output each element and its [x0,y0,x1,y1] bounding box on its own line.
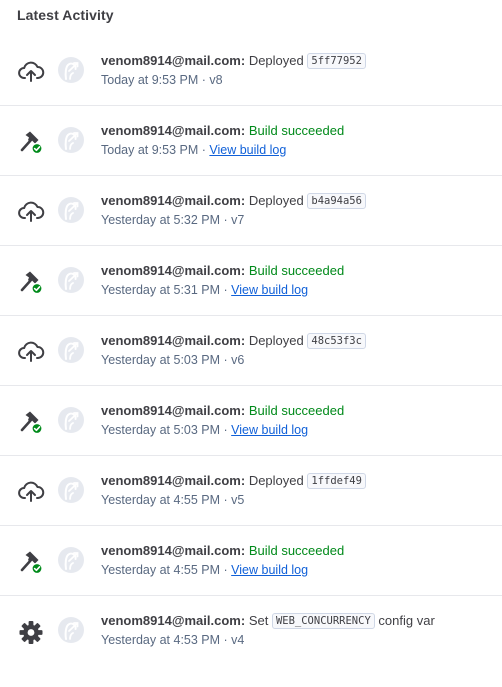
activity-meta: Today at 9:53 PM · View build log [101,141,286,159]
activity-time: Today at 9:53 PM [101,143,199,157]
cloud-upload-icon [17,338,45,366]
activity-item: venom8914@mail.com: Deployed 5ff77952 To… [0,36,502,106]
view-build-log-link[interactable]: View build log [209,143,286,157]
activity-summary: venom8914@mail.com: Set WEB_CONCURRENCY … [101,612,435,630]
commit-hash: 1ffdef49 [307,473,366,489]
activity-summary: venom8914@mail.com: Build succeeded [101,542,344,560]
avatar [58,337,84,363]
activity-time: Yesterday at 4:53 PM [101,633,221,647]
activity-meta: Yesterday at 5:31 PM · View build log [101,281,308,299]
meta-separator: · [220,633,232,647]
activity-time: Yesterday at 4:55 PM [101,563,221,577]
build-status: Build succeeded [248,403,345,418]
activity-item: venom8914@mail.com: Build succeeded Yest… [0,246,502,316]
hammer-check-icon [17,268,45,296]
activity-user: venom8914@mail.com: [101,613,246,628]
release-version: v4 [231,633,245,647]
commit-hash: 5ff77952 [307,53,366,69]
release-version: v8 [209,73,223,87]
meta-separator: · [220,353,232,367]
activity-meta: Yesterday at 5:03 PM · View build log [101,421,308,439]
activity-meta: Yesterday at 5:32 PM · v7 [101,211,244,229]
activity-user: venom8914@mail.com: [101,123,246,138]
meta-separator: · [220,213,232,227]
activity-meta: Today at 9:53 PM · v8 [101,71,223,89]
activity-user: venom8914@mail.com: [101,403,246,418]
activity-summary: venom8914@mail.com: Build succeeded [101,402,344,420]
activity-summary: venom8914@mail.com: Deployed b4a94a56 [101,192,366,210]
activity-user: venom8914@mail.com: [101,53,246,68]
cloud-upload-icon [17,58,45,86]
activity-user: venom8914@mail.com: [101,543,246,558]
view-build-log-link[interactable]: View build log [231,563,308,577]
activity-meta: Yesterday at 4:53 PM · v4 [101,631,244,649]
activity-action: Deployed [248,193,304,208]
view-build-log-link[interactable]: View build log [231,283,308,297]
activity-action-suffix: config var [378,613,435,628]
hammer-check-icon [17,408,45,436]
gear-icon [17,618,45,646]
activity-item: venom8914@mail.com: Deployed 48c53f3c Ye… [0,316,502,386]
build-status: Build succeeded [248,263,345,278]
avatar [58,57,84,83]
activity-time: Today at 9:53 PM [101,73,199,87]
activity-action: Set [248,613,269,628]
avatar [58,127,84,153]
activity-item: venom8914@mail.com: Build succeeded Yest… [0,526,502,596]
meta-separator: · [220,283,232,297]
activity-item: venom8914@mail.com: Deployed b4a94a56 Ye… [0,176,502,246]
build-status: Build succeeded [248,123,345,138]
release-version: v6 [231,353,245,367]
commit-hash: b4a94a56 [307,193,366,209]
view-build-log-link[interactable]: View build log [231,423,308,437]
activity-item: venom8914@mail.com: Build succeeded Toda… [0,106,502,176]
activity-user: venom8914@mail.com: [101,473,246,488]
meta-separator: · [198,73,210,87]
cloud-upload-icon [17,198,45,226]
meta-separator: · [220,423,232,437]
activity-user: venom8914@mail.com: [101,263,246,278]
activity-user: venom8914@mail.com: [101,193,246,208]
avatar [58,197,84,223]
activity-meta: Yesterday at 4:55 PM · View build log [101,561,308,579]
release-version: v7 [231,213,245,227]
activity-action: Deployed [248,333,304,348]
activity-summary: venom8914@mail.com: Build succeeded [101,122,344,140]
hammer-check-icon [17,548,45,576]
activity-summary: venom8914@mail.com: Deployed 1ffdef49 [101,472,366,490]
activity-action: Deployed [248,53,304,68]
activity-user: venom8914@mail.com: [101,333,246,348]
hammer-check-icon [17,128,45,156]
avatar [58,407,84,433]
avatar [58,267,84,293]
activity-list: venom8914@mail.com: Deployed 5ff77952 To… [0,36,502,666]
activity-summary: venom8914@mail.com: Deployed 48c53f3c [101,332,366,350]
config-var-name: WEB_CONCURRENCY [271,613,375,629]
avatar [58,547,84,573]
page-title: Latest Activity [17,7,114,23]
release-version: v5 [231,493,245,507]
avatar [58,617,84,643]
activity-time: Yesterday at 5:03 PM [101,423,221,437]
cloud-upload-icon [17,478,45,506]
activity-meta: Yesterday at 4:55 PM · v5 [101,491,244,509]
avatar [58,477,84,503]
commit-hash: 48c53f3c [307,333,366,349]
activity-time: Yesterday at 5:03 PM [101,353,221,367]
meta-separator: · [220,493,232,507]
activity-time: Yesterday at 4:55 PM [101,493,221,507]
activity-item: venom8914@mail.com: Set WEB_CONCURRENCY … [0,596,502,666]
activity-time: Yesterday at 5:31 PM [101,283,221,297]
meta-separator: · [198,143,210,157]
build-status: Build succeeded [248,543,345,558]
activity-item: venom8914@mail.com: Build succeeded Yest… [0,386,502,456]
activity-action: Deployed [248,473,304,488]
activity-item: venom8914@mail.com: Deployed 1ffdef49 Ye… [0,456,502,526]
activity-summary: venom8914@mail.com: Build succeeded [101,262,344,280]
activity-summary: venom8914@mail.com: Deployed 5ff77952 [101,52,366,70]
activity-time: Yesterday at 5:32 PM [101,213,221,227]
activity-meta: Yesterday at 5:03 PM · v6 [101,351,244,369]
meta-separator: · [220,563,232,577]
